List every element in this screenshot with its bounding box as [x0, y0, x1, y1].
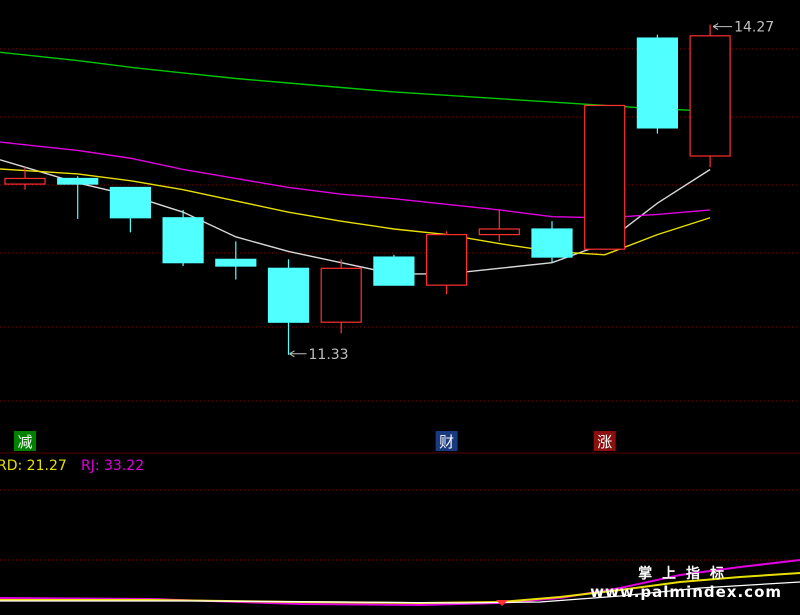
candle-0 — [4, 167, 46, 190]
candlesticks — [4, 24, 731, 355]
candle-body — [162, 217, 204, 264]
candle-3 — [162, 209, 204, 267]
candle-4 — [215, 241, 257, 280]
candle-body — [4, 177, 46, 185]
candle-12 — [636, 34, 679, 134]
candle-body — [109, 186, 152, 219]
high-arrow — [712, 23, 733, 31]
candle-body — [689, 35, 731, 157]
candle-8 — [426, 231, 468, 295]
candle-body — [373, 256, 415, 286]
candle-7 — [373, 254, 415, 286]
candle-13 — [689, 24, 731, 168]
candle-body — [215, 258, 257, 267]
badge-text: 财 — [439, 433, 454, 451]
signal-badges: 减财涨 — [14, 431, 616, 451]
badge-1: 财 — [435, 431, 458, 451]
candle-body — [478, 228, 520, 236]
watermark-url: www.palmindex.com — [590, 583, 782, 601]
badge-2: 涨 — [593, 431, 616, 451]
candlestick-chart: 14.27 11.33 减 财 涨 RD: 21.27 RJ: 33.22 — [0, 20, 800, 607]
candle-body — [636, 37, 679, 129]
badge-text: 减 — [17, 433, 32, 451]
watermark: 掌上指标 www.palmindex.com — [590, 563, 782, 601]
candle-body — [267, 267, 310, 323]
candle-2 — [109, 186, 152, 233]
high-label: 14.27 — [734, 20, 774, 36]
candle-body — [320, 267, 362, 323]
candle-5 — [267, 259, 310, 355]
low-label: 11.33 — [309, 347, 349, 363]
indicator-legend-1: RJ: 33.22 — [81, 458, 144, 474]
line-ma-green — [0, 51, 711, 112]
indicator-legend-0: RD: 21.27 — [0, 458, 67, 474]
badge-text: 涨 — [597, 433, 612, 451]
candle-11 — [584, 104, 626, 250]
grid-lines — [0, 48, 800, 561]
low-arrow — [289, 350, 307, 358]
candle-1 — [57, 176, 99, 219]
candle-body — [531, 228, 573, 258]
chart-stage: 14.27 11.33 减 财 涨 RD: 21.27 RJ: 33.22 掌上指标 w… — [0, 0, 800, 615]
candle-body — [584, 104, 626, 250]
candle-body — [57, 177, 99, 185]
watermark-title: 掌上指标 — [638, 566, 735, 582]
candle-6 — [320, 259, 362, 334]
candle-10 — [531, 221, 573, 263]
candle-9 — [478, 209, 520, 242]
badge-0: 减 — [14, 431, 36, 451]
candle-body — [426, 234, 468, 286]
